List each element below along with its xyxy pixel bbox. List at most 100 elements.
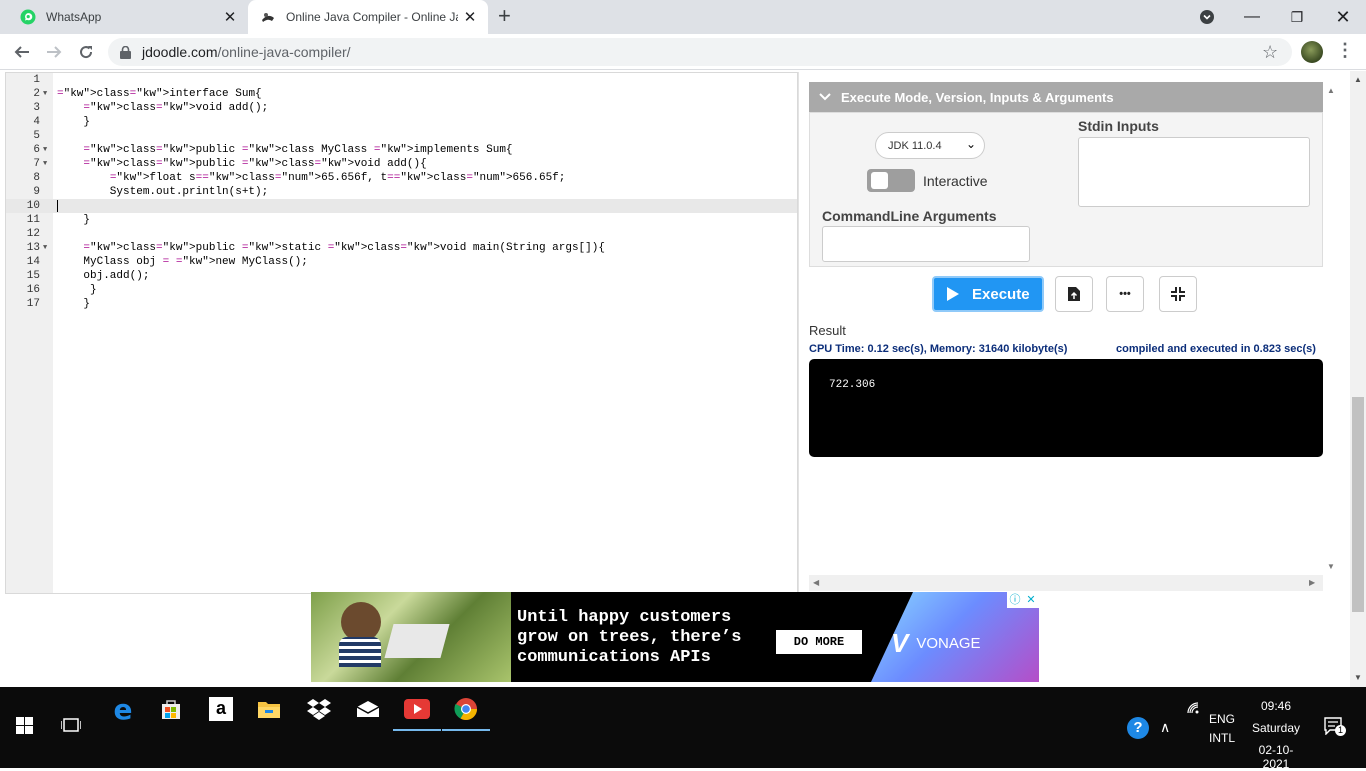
ad-cta-button[interactable]: DO MORE bbox=[776, 630, 862, 654]
app-red-icon[interactable] bbox=[393, 687, 441, 731]
panel-vertical-scrollbar[interactable]: ▲ ▼ bbox=[1323, 82, 1339, 574]
code-line: 1 bbox=[6, 73, 797, 87]
address-bar: jdoodle.com/online-java-compiler/ ☆ ⋮ bbox=[0, 34, 1366, 70]
page-scrollbar[interactable]: ▲ ▼ bbox=[1350, 71, 1366, 687]
close-ad-icon[interactable]: ✕ bbox=[1023, 592, 1039, 608]
url-field[interactable]: jdoodle.com/online-java-compiler/ bbox=[108, 38, 1292, 66]
language-indicator[interactable]: ENG INTL bbox=[1209, 712, 1235, 745]
tab-jdoodle[interactable]: Online Java Compiler - Online Jav ✕ bbox=[248, 0, 488, 34]
line-number: 13 bbox=[26, 242, 40, 254]
tab-whatsapp[interactable]: WhatsApp ✕ bbox=[8, 0, 248, 34]
toggle-knob bbox=[871, 172, 888, 189]
task-view-button[interactable] bbox=[47, 703, 95, 747]
bookmark-star-icon[interactable]: ☆ bbox=[1262, 42, 1278, 63]
line-number: 11 bbox=[26, 214, 40, 226]
fold-arrow-icon[interactable]: ▼ bbox=[43, 143, 47, 157]
ad-headline: Until happy customers grow on trees, the… bbox=[517, 608, 742, 667]
code-line: 12 bbox=[6, 227, 797, 241]
profile-avatar[interactable] bbox=[1301, 41, 1323, 63]
upload-file-button[interactable] bbox=[1055, 276, 1093, 312]
tab-search-icon[interactable] bbox=[1196, 0, 1218, 34]
restore-icon[interactable]: ❐ bbox=[1274, 0, 1320, 34]
chrome-icon[interactable] bbox=[442, 687, 490, 731]
scroll-up-icon[interactable]: ▲ bbox=[1327, 86, 1335, 95]
tab-title: WhatsApp bbox=[46, 10, 102, 24]
mail-icon[interactable] bbox=[344, 687, 392, 731]
dropbox-icon[interactable] bbox=[295, 687, 343, 731]
close-tab-icon[interactable]: ✕ bbox=[458, 8, 482, 26]
execute-options: JDK 11.0.4 ⌄ Interactive Stdin Inputs Co… bbox=[809, 112, 1323, 267]
interactive-toggle[interactable] bbox=[867, 169, 915, 192]
code-editor[interactable]: 1 2 ▼ ="kw">class="kw">interface Sum{ 3 ="… bbox=[5, 72, 798, 594]
new-tab-button[interactable]: + bbox=[498, 5, 511, 27]
show-hidden-icons-icon[interactable]: ∧ bbox=[1160, 719, 1170, 736]
code-text: } bbox=[57, 284, 97, 296]
file-explorer-icon[interactable] bbox=[245, 687, 293, 731]
line-number: 9 bbox=[33, 186, 40, 198]
play-icon bbox=[946, 286, 960, 302]
menu-kebab-icon[interactable]: ⋮ bbox=[1336, 40, 1354, 61]
jdk-version-select[interactable]: JDK 11.0.4 ⌄ bbox=[875, 132, 985, 159]
execution-panel: Execute Mode, Version, Inputs & Argument… bbox=[798, 72, 1340, 594]
line-number: 2 bbox=[33, 88, 40, 100]
code-text: ="kw">class="kw">public ="kw">static ="k… bbox=[83, 242, 605, 254]
stdin-input[interactable] bbox=[1078, 137, 1310, 207]
code-line: 15 obj.add(); bbox=[6, 269, 797, 283]
execute-label: Execute bbox=[972, 285, 1030, 303]
scroll-thumb[interactable] bbox=[1352, 397, 1364, 612]
code-line: 7 ▼ ="kw">class="kw">public ="kw">class="… bbox=[6, 157, 797, 171]
forward-icon[interactable] bbox=[42, 40, 66, 64]
line-number: 7 bbox=[33, 158, 40, 170]
window-close-icon[interactable]: ✕ bbox=[1320, 0, 1366, 34]
minimize-icon[interactable]: — bbox=[1230, 0, 1274, 34]
scroll-down-icon[interactable]: ▼ bbox=[1327, 562, 1335, 571]
info-icon[interactable]: ⓘ bbox=[1007, 592, 1023, 608]
cmd-args-input[interactable] bbox=[822, 226, 1030, 262]
scroll-up-icon[interactable]: ▲ bbox=[1354, 75, 1362, 84]
code-line: 13 ▼ ="kw">class="kw">public ="kw">static… bbox=[6, 241, 797, 255]
ad-laptop bbox=[384, 624, 450, 658]
reload-icon[interactable] bbox=[74, 40, 98, 64]
fold-arrow-icon[interactable]: ▼ bbox=[43, 157, 47, 171]
execute-button[interactable]: Execute bbox=[932, 276, 1044, 312]
fold-arrow-icon[interactable]: ▼ bbox=[43, 87, 47, 101]
ad-person bbox=[341, 602, 381, 642]
lang-primary: ENG bbox=[1209, 712, 1236, 726]
execute-mode-header[interactable]: Execute Mode, Version, Inputs & Argument… bbox=[809, 82, 1323, 112]
ad-choices[interactable]: ⓘ ✕ bbox=[1007, 592, 1039, 608]
amazon-icon[interactable]: a bbox=[197, 687, 245, 731]
close-tab-icon[interactable]: ✕ bbox=[218, 8, 242, 26]
notifications-icon[interactable]: 1 bbox=[1324, 717, 1346, 738]
help-icon[interactable]: ? bbox=[1127, 717, 1149, 739]
line-number: 17 bbox=[26, 298, 40, 310]
output-console[interactable]: 722.306 bbox=[809, 359, 1323, 457]
line-number: 5 bbox=[33, 130, 40, 142]
scroll-left-icon[interactable]: ◀ bbox=[813, 578, 819, 587]
wifi-icon[interactable] bbox=[1186, 701, 1202, 718]
scroll-down-icon[interactable]: ▼ bbox=[1354, 673, 1362, 682]
fold-arrow-icon[interactable]: ▼ bbox=[43, 241, 47, 255]
output-text: 722.306 bbox=[829, 379, 876, 391]
code-line: 4 } bbox=[6, 115, 797, 129]
more-button[interactable]: ••• bbox=[1106, 276, 1144, 312]
start-button[interactable] bbox=[0, 703, 48, 747]
clock[interactable]: 09:46 Saturday 02-10-2021 bbox=[1246, 699, 1306, 771]
line-number: 10 bbox=[26, 200, 40, 212]
panel-horizontal-scrollbar[interactable]: ◀ ▶ bbox=[809, 575, 1323, 591]
code-text: ="kw">float s=="kw">class="num">65.656f,… bbox=[109, 172, 566, 184]
scroll-right-icon[interactable]: ▶ bbox=[1309, 578, 1315, 587]
back-icon[interactable] bbox=[10, 40, 34, 64]
collapse-button[interactable] bbox=[1159, 276, 1197, 312]
active-indicator bbox=[393, 729, 441, 731]
line-number: 16 bbox=[26, 284, 40, 296]
ad-banner[interactable]: Until happy customers grow on trees, the… bbox=[311, 592, 1039, 682]
code-line: 11 } bbox=[6, 213, 797, 227]
lock-icon bbox=[120, 45, 134, 59]
code-text: } bbox=[57, 298, 91, 310]
windows-logo-icon bbox=[15, 716, 33, 734]
chevron-down-icon bbox=[819, 92, 831, 102]
store-icon[interactable] bbox=[147, 687, 195, 731]
ad-photo bbox=[311, 592, 511, 682]
edge-icon[interactable]: e bbox=[99, 687, 147, 731]
windows-taskbar: e a ? ∧ ENG INTL 09:46 Saturday 02-10-20… bbox=[0, 687, 1366, 771]
